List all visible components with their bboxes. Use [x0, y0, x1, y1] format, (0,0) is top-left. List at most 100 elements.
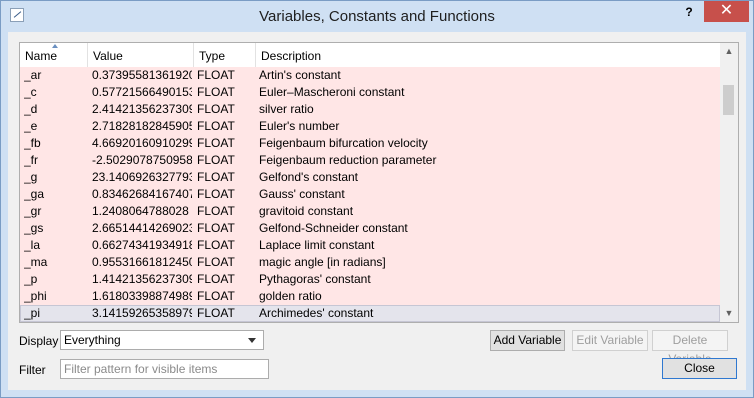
table-row[interactable]: _e 2.71828182845905 FLOAT Euler's number [20, 118, 720, 135]
value-cell: 4.66920160910299 [92, 136, 192, 150]
value-cell: 0.834626841674073 [92, 187, 192, 201]
value-cell: 1.61803398874989 [92, 289, 192, 303]
value-cell: 0.373955813619202 [92, 68, 192, 82]
title-bar[interactable]: Variables, Constants and Functions ? ✕ [1, 1, 753, 32]
type-cell: FLOAT [197, 238, 235, 252]
description-cell: Feigenbaum reduction parameter [259, 153, 437, 167]
table-row[interactable]: _ga 0.834626841674073 FLOAT Gauss' constant [20, 186, 720, 203]
name-cell: _g [24, 170, 38, 184]
value-cell: 2.41421356237309 [92, 102, 192, 116]
type-cell: FLOAT [197, 289, 235, 303]
display-select[interactable]: Everything [60, 330, 264, 350]
table-row[interactable]: _d 2.41421356237309 FLOAT silver ratio [20, 101, 720, 118]
name-cell: _e [24, 119, 38, 133]
window-title: Variables, Constants and Functions [259, 8, 495, 25]
type-cell: FLOAT [197, 136, 235, 150]
value-cell: -2.50290787509589 [92, 153, 192, 167]
filter-input[interactable] [60, 359, 269, 379]
display-label: Display [19, 334, 59, 348]
column-header-name-label: Name [25, 49, 58, 63]
description-cell: gravitoid constant [259, 204, 354, 218]
description-cell: Archimedes' constant [259, 306, 374, 320]
name-cell: _c [24, 85, 37, 99]
description-cell: Feigenbaum bifurcation velocity [259, 136, 428, 150]
type-cell: FLOAT [197, 68, 235, 82]
column-header-value[interactable]: Value [88, 43, 194, 67]
table-row[interactable]: _gr 1.2408064788028 FLOAT gravitoid constan… [20, 203, 720, 220]
value-cell: 1.2408064788028 [92, 204, 189, 218]
vertical-scrollbar[interactable]: ▲ ▼ [720, 43, 738, 322]
variables-table: Name Value Type Description _ar 0.3739558… [19, 42, 739, 323]
help-button[interactable]: ? [681, 5, 697, 21]
description-cell: Euler–Mascheroni constant [259, 85, 405, 99]
table-row[interactable]: _ma 0.955316618124509 FLOAT magic angle [in… [20, 254, 720, 271]
display-select-value: Everything [64, 333, 121, 347]
edit-variable-button[interactable]: Edit Variable [572, 330, 648, 351]
description-cell: Artin's constant [259, 68, 341, 82]
column-header-type[interactable]: Type [194, 43, 256, 67]
name-cell: _gr [24, 204, 42, 218]
table-row[interactable]: _la 0.662743419349181 FLOAT Laplace limit c… [20, 237, 720, 254]
scroll-up-icon[interactable]: ▲ [720, 43, 738, 60]
value-cell: 2.71828182845905 [92, 119, 192, 133]
value-cell: 1.41421356237309 [92, 272, 192, 286]
window-close-button[interactable]: ✕ [704, 1, 749, 22]
name-cell: _la [24, 238, 41, 252]
value-cell: 0.577215664901532 [92, 85, 192, 99]
chevron-down-icon [248, 338, 256, 343]
type-cell: FLOAT [197, 119, 235, 133]
table-body: _ar 0.373955813619202 FLOAT Artin's constan… [20, 67, 720, 322]
table-header: Name Value Type Description [20, 43, 720, 67]
name-cell: _gs [24, 221, 44, 235]
table-row[interactable]: _pi 3.14159265358979 FLOAT Archimedes' cons… [20, 305, 720, 322]
name-cell: _d [24, 102, 38, 116]
scroll-down-icon[interactable]: ▼ [720, 305, 738, 322]
table-row[interactable]: _c 0.577215664901532 FLOAT Euler–Mascheroni… [20, 84, 720, 101]
type-cell: FLOAT [197, 187, 235, 201]
add-variable-button[interactable]: Add Variable [490, 330, 565, 351]
table-row[interactable]: _fr -2.50290787509589 FLOAT Feigenbaum redu… [20, 152, 720, 169]
name-cell: _ar [24, 68, 42, 82]
table-row[interactable]: _fb 4.66920160910299 FLOAT Feigenbaum bifur… [20, 135, 720, 152]
sort-ascending-icon [52, 44, 58, 48]
name-cell: _phi [24, 289, 47, 303]
description-cell: Laplace limit constant [259, 238, 375, 252]
type-cell: FLOAT [197, 255, 235, 269]
table-row[interactable]: _g 23.1406926327793 FLOAT Gelfond's constan… [20, 169, 720, 186]
name-cell: _fr [24, 153, 39, 167]
column-header-name[interactable]: Name [20, 43, 88, 67]
description-cell: Gelfond's constant [259, 170, 359, 184]
table-row[interactable]: _gs 2.66514414269023 FLOAT Gelfond-Schneide… [20, 220, 720, 237]
dialog-window: Variables, Constants and Functions ? ✕ N… [0, 0, 754, 398]
type-cell: FLOAT [197, 153, 235, 167]
name-cell: _pi [24, 306, 41, 320]
description-cell: Gelfond-Schneider constant [259, 221, 408, 235]
table-row[interactable]: _ar 0.373955813619202 FLOAT Artin's constan… [20, 67, 720, 84]
type-cell: FLOAT [197, 204, 235, 218]
description-cell: Pythagoras' constant [259, 272, 371, 286]
value-cell: 2.66514414269023 [92, 221, 192, 235]
type-cell: FLOAT [197, 170, 235, 184]
type-cell: FLOAT [197, 306, 235, 320]
table-row[interactable]: _p 1.41421356237309 FLOAT Pythagoras' const… [20, 271, 720, 288]
name-cell: _p [24, 272, 38, 286]
type-cell: FLOAT [197, 85, 235, 99]
delete-variable-button[interactable]: Delete Variable [652, 330, 728, 366]
description-cell: magic angle [in radians] [259, 255, 386, 269]
description-cell: golden ratio [259, 289, 322, 303]
scrollbar-thumb[interactable] [723, 85, 734, 115]
name-cell: _ma [24, 255, 48, 269]
filter-label: Filter [19, 363, 46, 377]
name-cell: _ga [24, 187, 45, 201]
dialog-body: Name Value Type Description _ar 0.3739558… [8, 32, 746, 390]
value-cell: 0.662743419349181 [92, 238, 192, 252]
name-cell: _fb [24, 136, 41, 150]
type-cell: FLOAT [197, 102, 235, 116]
value-cell: 3.14159265358979 [92, 306, 192, 320]
description-cell: Euler's number [259, 119, 340, 133]
type-cell: FLOAT [197, 221, 235, 235]
value-cell: 23.1406926327793 [92, 170, 192, 184]
close-button[interactable]: Close [662, 358, 737, 379]
column-header-description[interactable]: Description [256, 43, 720, 67]
table-row[interactable]: _phi 1.61803398874989 FLOAT golden ratio [20, 288, 720, 305]
